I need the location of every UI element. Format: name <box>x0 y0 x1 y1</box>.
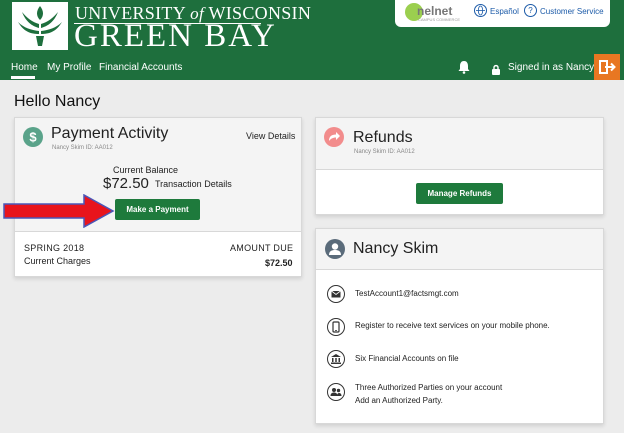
dollar-icon: $ <box>23 127 43 147</box>
user-icon <box>325 239 345 259</box>
signed-in-status: Signed in as Nancy <box>508 62 595 73</box>
current-balance-value: $72.50 <box>103 175 149 192</box>
make-payment-button[interactable]: Make a Payment <box>115 199 200 220</box>
refunds-skim-id: Nancy Skim ID: AA012 <box>354 149 415 155</box>
nav-active-indicator <box>11 76 35 79</box>
mobile-phone-icon <box>327 318 345 336</box>
card-divider <box>316 269 603 270</box>
email-address: TestAccount1@factsmgt.com <box>355 289 459 298</box>
authorized-parties-count: Three Authorized Parties on your account <box>355 383 503 392</box>
lock-icon <box>491 62 501 75</box>
envelope-icon <box>327 285 345 303</box>
view-details-link[interactable]: View Details <box>246 131 295 141</box>
customer-service-link[interactable]: Customer Service <box>540 7 604 16</box>
nav-financial-accounts[interactable]: Financial Accounts <box>99 62 182 73</box>
manage-refunds-button[interactable]: Manage Refunds <box>416 183 503 204</box>
phoenix-logo-icon <box>12 2 68 50</box>
transaction-details-link[interactable]: Transaction Details <box>155 179 232 189</box>
text-services-link[interactable]: Register to receive text services on you… <box>355 321 550 330</box>
refund-arrow-icon <box>324 127 344 147</box>
nav-home[interactable]: Home <box>11 62 38 73</box>
espanol-link[interactable]: Español <box>490 7 519 16</box>
add-authorized-party-link[interactable]: Add an Authorized Party. <box>355 396 443 405</box>
payment-skim-id: Nancy Skim ID: AA012 <box>52 145 113 151</box>
term-label: SPRING 2018 <box>24 243 85 253</box>
current-balance-label: Current Balance <box>113 165 179 175</box>
nelnet-tagline: CAMPUS COMMERCE <box>418 17 461 22</box>
svg-text:$: $ <box>29 130 37 145</box>
refunds-title: Refunds <box>353 129 413 146</box>
red-arrow-annotation <box>2 193 115 229</box>
current-charges-label: Current Charges <box>24 256 91 266</box>
card-divider <box>15 231 301 232</box>
group-icon <box>327 383 345 401</box>
nelnet-wordmark: nelnet <box>417 4 453 18</box>
payment-activity-title: Payment Activity <box>51 125 169 142</box>
page-greeting: Hello Nancy <box>14 93 101 110</box>
utility-bar: nelnet CAMPUS COMMERCE Español ? Custome… <box>395 0 610 27</box>
language-icon[interactable] <box>474 4 487 17</box>
amount-due-value: $72.50 <box>265 258 293 268</box>
amount-due-label: AMOUNT DUE <box>230 243 294 253</box>
bank-icon <box>327 350 345 368</box>
financial-accounts-link[interactable]: Six Financial Accounts on file <box>355 354 459 363</box>
help-icon[interactable]: ? <box>524 4 537 17</box>
logout-button[interactable] <box>594 54 620 80</box>
university-logo[interactable]: UNIVERSITY of WISCONSIN GREEN BAY <box>12 2 311 53</box>
logout-icon <box>599 60 616 74</box>
bell-icon[interactable] <box>457 60 471 74</box>
nav-my-profile[interactable]: My Profile <box>47 62 91 73</box>
nelnet-logo[interactable]: nelnet CAMPUS COMMERCE <box>405 3 461 23</box>
card-divider <box>316 169 603 170</box>
profile-name: Nancy Skim <box>353 240 439 257</box>
university-name-line2: GREEN BAY <box>74 18 277 54</box>
